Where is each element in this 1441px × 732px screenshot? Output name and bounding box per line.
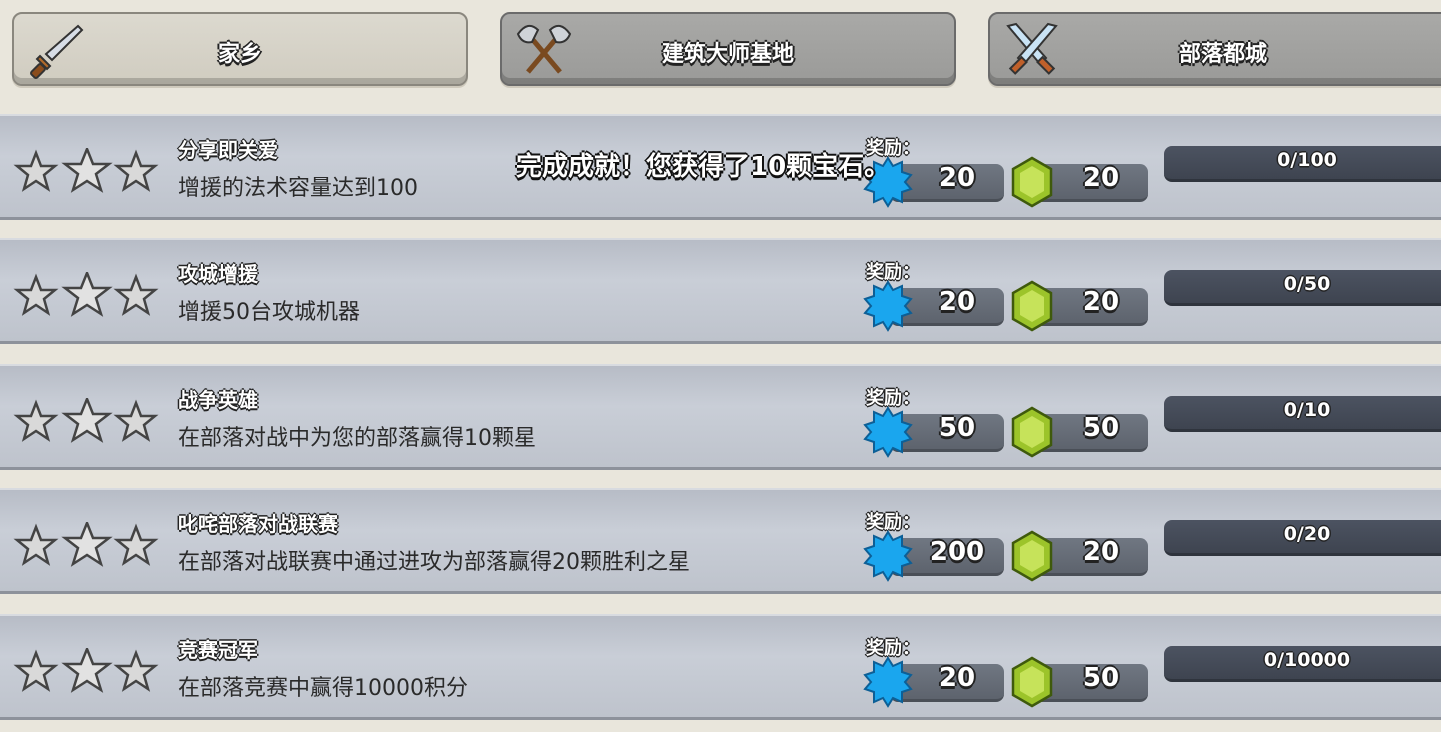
gem-reward-value: 20 <box>1082 163 1120 193</box>
achievement-title: 攻城增援 <box>178 262 258 286</box>
achievement-title: 分享即关爱 <box>178 138 278 162</box>
achievement-title: 竞赛冠军 <box>178 638 258 662</box>
gem-reward-value: 20 <box>1082 537 1120 567</box>
gem-reward-value: 50 <box>1082 413 1120 443</box>
achievement-description: 增援50台攻城机器 <box>178 300 360 325</box>
tab-label: 建筑大师基地 <box>661 42 794 67</box>
achievement-description: 增援的法术容量达到100 <box>178 176 418 201</box>
tab-home-village[interactable]: 家乡 <box>12 12 468 86</box>
achievement-row: 竞赛冠军 在部落竞赛中赢得10000积分 奖励： 20 50 0/10000 <box>0 614 1441 720</box>
star-rating-icon <box>13 398 159 443</box>
xp-star-icon <box>863 280 913 332</box>
xp-reward-value: 20 <box>938 163 976 193</box>
xp-reward-value: 20 <box>938 663 976 693</box>
achievement-title: 叱咤部落对战联赛 <box>178 512 338 536</box>
xp-star-icon <box>863 406 913 458</box>
star-rating-icon <box>13 648 159 693</box>
xp-reward-value: 50 <box>938 413 976 443</box>
gem-icon <box>1011 530 1053 582</box>
xp-star-icon <box>863 656 913 708</box>
gem-icon <box>1011 280 1053 332</box>
gem-reward-value: 20 <box>1082 287 1120 317</box>
star-rating-icon <box>13 272 159 317</box>
achievement-toast: 完成成就！您获得了10颗宝石。 <box>516 152 891 182</box>
progress-text: 0/10 <box>1283 399 1331 421</box>
progress-text: 0/50 <box>1283 273 1331 295</box>
tab-label: 部落都城 <box>1178 42 1267 67</box>
progress-text: 0/10000 <box>1263 649 1351 671</box>
star-rating-icon <box>13 148 159 193</box>
progress-text: 0/20 <box>1283 523 1331 545</box>
progress-text: 0/100 <box>1277 149 1337 171</box>
xp-reward-value: 200 <box>929 537 985 567</box>
achievement-description: 在部落对战联赛中通过进攻为部落赢得20颗胜利之星 <box>178 550 690 575</box>
gem-reward-value: 50 <box>1082 663 1120 693</box>
achievement-description: 在部落竞赛中赢得10000积分 <box>178 676 468 701</box>
gem-icon <box>1011 406 1053 458</box>
achievement-description: 在部落对战中为您的部落赢得10颗星 <box>178 426 536 451</box>
achievement-row: 攻城增援 增援50台攻城机器 奖励： 20 20 0/50 <box>0 238 1441 344</box>
tab-clan-capital[interactable]: 部落都城 <box>988 12 1441 86</box>
category-tabs: 家乡 建筑大师基地 部落都城 <box>0 0 1441 105</box>
star-rating-icon <box>13 522 159 567</box>
gem-icon <box>1011 156 1053 208</box>
achievement-title: 战争英雄 <box>178 388 258 412</box>
xp-star-icon <box>863 530 913 582</box>
achievement-row: 叱咤部落对战联赛 在部落对战联赛中通过进攻为部落赢得20颗胜利之星 奖励： 20… <box>0 488 1441 594</box>
achievement-row: 战争英雄 在部落对战中为您的部落赢得10颗星 奖励： 50 50 0/10 <box>0 364 1441 470</box>
tab-label: 家乡 <box>217 42 262 67</box>
tab-builder-base[interactable]: 建筑大师基地 <box>500 12 956 86</box>
xp-reward-value: 20 <box>938 287 976 317</box>
gem-icon <box>1011 656 1053 708</box>
